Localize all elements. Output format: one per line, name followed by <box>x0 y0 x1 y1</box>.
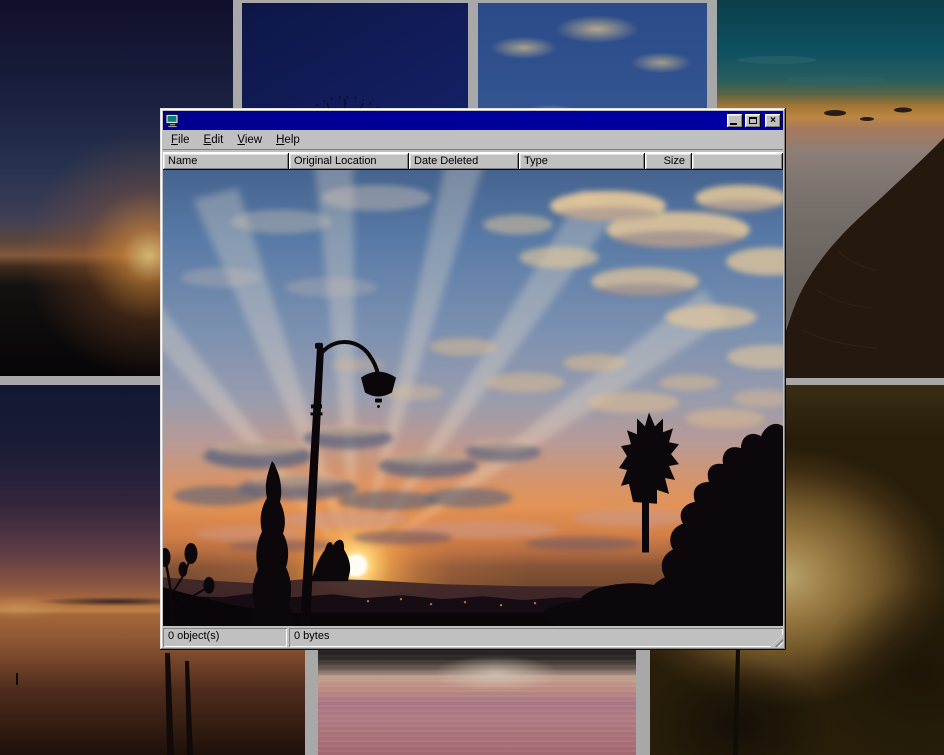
menu-help[interactable]: Help <box>269 132 307 148</box>
status-byte-count: 0 bytes <box>289 628 783 647</box>
file-list-area[interactable] <box>163 170 783 626</box>
maximize-icon <box>749 117 757 124</box>
menu-file[interactable]: File <box>164 132 197 148</box>
recycle-bin-window: × File Edit View Help Name Original Loca… <box>160 108 786 650</box>
menu-view[interactable]: View <box>230 132 269 148</box>
close-button[interactable]: × <box>765 114 781 128</box>
close-icon: × <box>770 115 776 127</box>
desktop: × File Edit View Help Name Original Loca… <box>0 0 944 755</box>
window-titlebar[interactable]: × <box>163 111 783 130</box>
column-header-blank[interactable] <box>692 153 783 170</box>
column-header-size[interactable]: Size <box>645 153 692 170</box>
column-header-date-deleted[interactable]: Date Deleted <box>409 153 519 170</box>
column-header-row: Name Original Location Date Deleted Type… <box>163 153 783 170</box>
status-object-count: 0 object(s) <box>163 628 287 647</box>
minimize-button[interactable] <box>727 114 743 128</box>
menu-edit[interactable]: Edit <box>197 132 231 148</box>
minimize-icon <box>730 123 737 125</box>
menu-bar: File Edit View Help <box>163 130 783 149</box>
lamp-head <box>361 372 396 397</box>
content-photo-street-lamp-sunset <box>163 170 783 626</box>
computer-icon <box>165 114 180 128</box>
column-header-name[interactable]: Name <box>163 153 289 170</box>
status-bar: 0 object(s) 0 bytes <box>163 626 783 647</box>
column-header-type[interactable]: Type <box>519 153 645 170</box>
column-header-original-location[interactable]: Original Location <box>289 153 409 170</box>
maximize-button[interactable] <box>745 114 761 128</box>
